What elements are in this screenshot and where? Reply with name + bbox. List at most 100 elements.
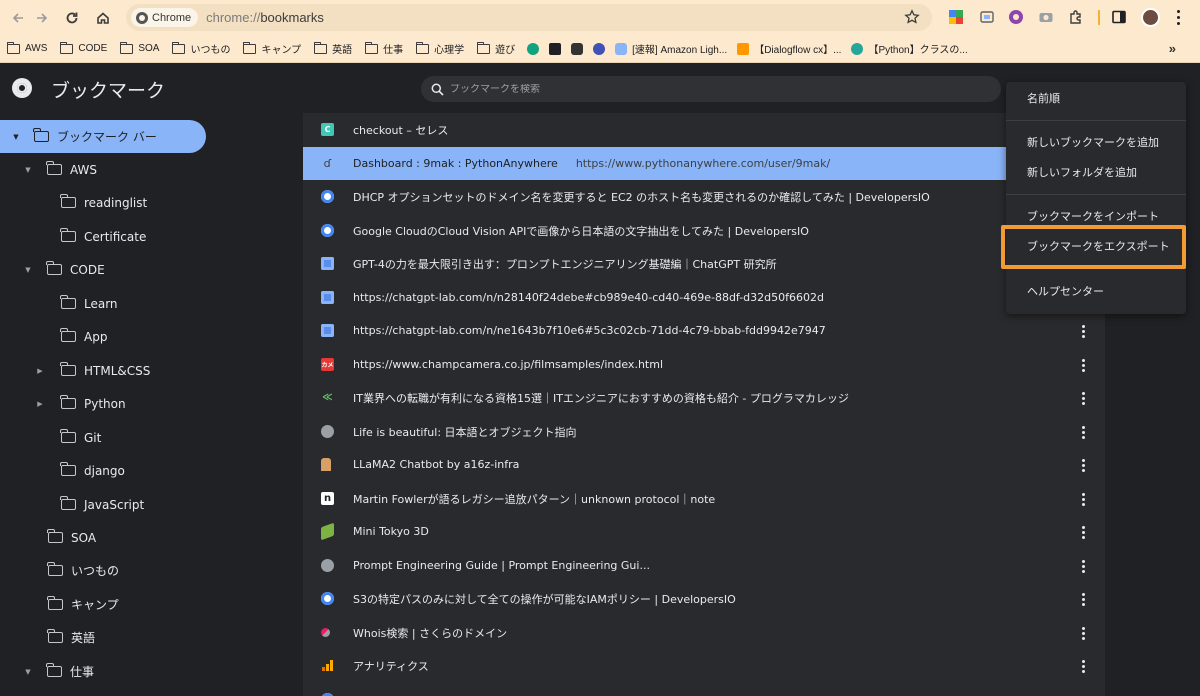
tree-item-learn[interactable]: Learn [0, 287, 118, 320]
more-actions-icon[interactable] [1075, 625, 1091, 641]
url-text[interactable]: chrome://bookmarks [206, 10, 324, 25]
more-actions-icon[interactable] [1075, 591, 1091, 607]
bookmarks-overflow-button[interactable]: » [1169, 41, 1176, 56]
tree-item-label: JavaScript [84, 497, 145, 512]
folder-icon [33, 128, 49, 142]
menu-item-sort-by-name[interactable]: 名前順 [1006, 82, 1186, 114]
tree-item-label: readinglist [84, 195, 148, 210]
expand-arrow-icon[interactable]: ▶ [36, 366, 44, 376]
back-button[interactable] [6, 6, 30, 30]
more-actions-icon[interactable] [1075, 558, 1091, 574]
bookmark-dark[interactable] [571, 39, 584, 59]
tree-item-html-css[interactable]: ▶ HTML&CSS [0, 354, 150, 387]
bookmark-openai[interactable] [527, 39, 540, 59]
side-panel-icon[interactable] [1111, 9, 1127, 25]
list-item[interactable]: Mini Tokyo 3D [303, 515, 1105, 548]
profile-avatar[interactable] [1141, 8, 1160, 27]
more-actions-icon[interactable] [1075, 658, 1091, 674]
tree-item-django[interactable]: django [0, 454, 125, 487]
more-actions-icon[interactable] [1075, 457, 1091, 473]
home-button[interactable] [91, 6, 115, 30]
tree-item-english[interactable]: 英語 [0, 621, 95, 654]
more-actions-icon[interactable] [1075, 390, 1091, 406]
search-box[interactable] [421, 76, 1001, 102]
developersio-icon [615, 42, 628, 55]
bookmark-aws-light[interactable]: [速報] Amazon Ligh... [615, 39, 727, 59]
more-actions-icon[interactable] [1075, 357, 1091, 373]
list-item[interactable]: Whois検索 | さくらのドメイン [303, 616, 1105, 649]
tree-item-work[interactable]: ▼ 仕事 [0, 655, 94, 688]
list-item[interactable]: https://chatgpt-lab.com/n/ne1643b7f10e6#… [303, 314, 1105, 347]
list-item[interactable]: GPT-4の力を最大限引き出す：プロンプトエンジニアリング基礎編｜ChatGPT… [303, 247, 1105, 280]
more-actions-icon[interactable] [1075, 491, 1091, 507]
tree-item-readinglist[interactable]: readinglist [0, 186, 147, 219]
bookmark-folder-code[interactable]: CODE [60, 39, 107, 59]
tree-item-git[interactable]: Git [0, 421, 101, 454]
expand-arrow-icon[interactable]: ▼ [24, 265, 32, 275]
list-item[interactable]: Google CloudのCloud Vision APIで画像から日本語の文字… [303, 214, 1105, 247]
expand-arrow-icon[interactable]: ▼ [12, 132, 20, 142]
bookmark-folder-english[interactable]: 英語 [313, 39, 352, 59]
forward-button[interactable] [30, 6, 54, 30]
tree-item-soa[interactable]: SOA [0, 521, 96, 554]
tree-item-python[interactable]: ▶ Python [0, 387, 126, 420]
bookmark-folder-itsumono[interactable]: いつもの [172, 39, 230, 59]
expand-arrow-icon[interactable]: ▶ [36, 399, 44, 409]
list-item[interactable]: アナリティクス [303, 649, 1105, 682]
list-item[interactable]: C checkout – セレス [303, 113, 1105, 146]
more-actions-icon[interactable] [1075, 323, 1091, 339]
camera-icon[interactable] [1038, 9, 1054, 25]
list-item[interactable]: https://chatgpt-lab.com/n/n28140f24debe#… [303, 281, 1105, 314]
tree-item-certificate[interactable]: Certificate [0, 220, 146, 253]
list-item[interactable]: Prompt Engineering Guide | Prompt Engine… [303, 549, 1105, 582]
tree-item-javascript[interactable]: JavaScript [0, 488, 144, 521]
extension-purple-icon[interactable] [1008, 9, 1024, 25]
more-actions-icon[interactable] [1075, 424, 1091, 440]
browser-menu-icon[interactable] [1176, 10, 1180, 25]
address-bar[interactable]: Chrome chrome://bookmarks [126, 4, 932, 31]
folder-tree: ▼ ブックマーク バー ▼ AWS readinglist Certificat… [0, 113, 303, 696]
tree-item-camp[interactable]: キャンプ [0, 588, 119, 621]
menu-item-add-bookmark[interactable]: 新しいブックマークを追加 [1006, 126, 1186, 158]
bookmark-title: Dashboard : 9mak : PythonAnywhere [353, 157, 558, 170]
menu-item-add-folder[interactable]: 新しいフォルダを追加 [1006, 156, 1186, 188]
tree-item-app[interactable]: App [0, 320, 107, 353]
extensions-puzzle-icon[interactable] [1068, 9, 1084, 25]
tree-item-code[interactable]: ▼ CODE [0, 253, 105, 286]
list-item[interactable]: S3の特定パスのみに対して全ての操作が可能なIAMポリシー | Develope… [303, 582, 1105, 615]
expand-arrow-icon[interactable]: ▼ [24, 165, 32, 175]
menu-item-help-center[interactable]: ヘルプセンター [1006, 275, 1186, 307]
tree-item-bookmark-bar[interactable]: ▼ ブックマーク バー [0, 120, 206, 153]
reload-button[interactable] [60, 6, 84, 30]
list-item-partial[interactable] [303, 683, 1105, 696]
chrome-chip[interactable]: Chrome [131, 8, 199, 27]
bookmark-folder-play[interactable]: 遊び [476, 39, 515, 59]
expand-arrow-icon[interactable]: ▼ [24, 667, 32, 677]
bookmark-folder-soa[interactable]: SOA [119, 39, 159, 59]
bookmark-blue[interactable] [593, 39, 606, 59]
bookmark-folder-camp[interactable]: キャンプ [243, 39, 301, 59]
extension-grid-icon[interactable] [948, 9, 964, 25]
search-input[interactable] [450, 83, 950, 95]
more-actions-icon[interactable] [1075, 524, 1091, 540]
bookmark-folder-aws[interactable]: AWS [6, 39, 47, 59]
bookmark-folder-work[interactable]: 仕事 [364, 39, 403, 59]
bookmark-folder-psychology[interactable]: 心理学 [415, 39, 464, 59]
tree-item-label: ブックマーク バー [57, 130, 157, 144]
list-item[interactable]: カメ https://www.champcamera.co.jp/filmsam… [303, 348, 1105, 381]
cast-icon[interactable] [979, 9, 995, 25]
list-item[interactable]: LLaMA2 Chatbot by a16z-infra [303, 448, 1105, 481]
tree-item-label: キャンプ [71, 598, 119, 612]
bookmark-dialogflow[interactable]: 【Dialogflow cx】... [737, 39, 841, 59]
bookmark-python-class[interactable]: 【Python】クラスの... [851, 39, 968, 59]
star-icon[interactable] [904, 9, 920, 25]
bookmark-notion[interactable] [549, 39, 562, 59]
tree-item-aws[interactable]: ▼ AWS [0, 153, 97, 186]
list-item[interactable]: Life is beautiful: 日本語とオブジェクト指向 [303, 415, 1105, 448]
list-item[interactable]: n Martin Fowlerが語るレガシー追放パターン｜unknown pro… [303, 482, 1105, 515]
folder-icon [60, 328, 76, 342]
tree-item-itsumono[interactable]: いつもの [0, 554, 119, 587]
list-item[interactable]: ≪ IT業界への転職が有利になる資格15選｜ITエンジニアにおすすめの資格も紹介… [303, 381, 1105, 414]
list-item[interactable]: DHCP オプションセットのドメイン名を変更すると EC2 のホスト名も変更され… [303, 180, 1105, 213]
list-item[interactable]: ɗ Dashboard : 9mak : PythonAnywhere https… [303, 147, 1105, 180]
